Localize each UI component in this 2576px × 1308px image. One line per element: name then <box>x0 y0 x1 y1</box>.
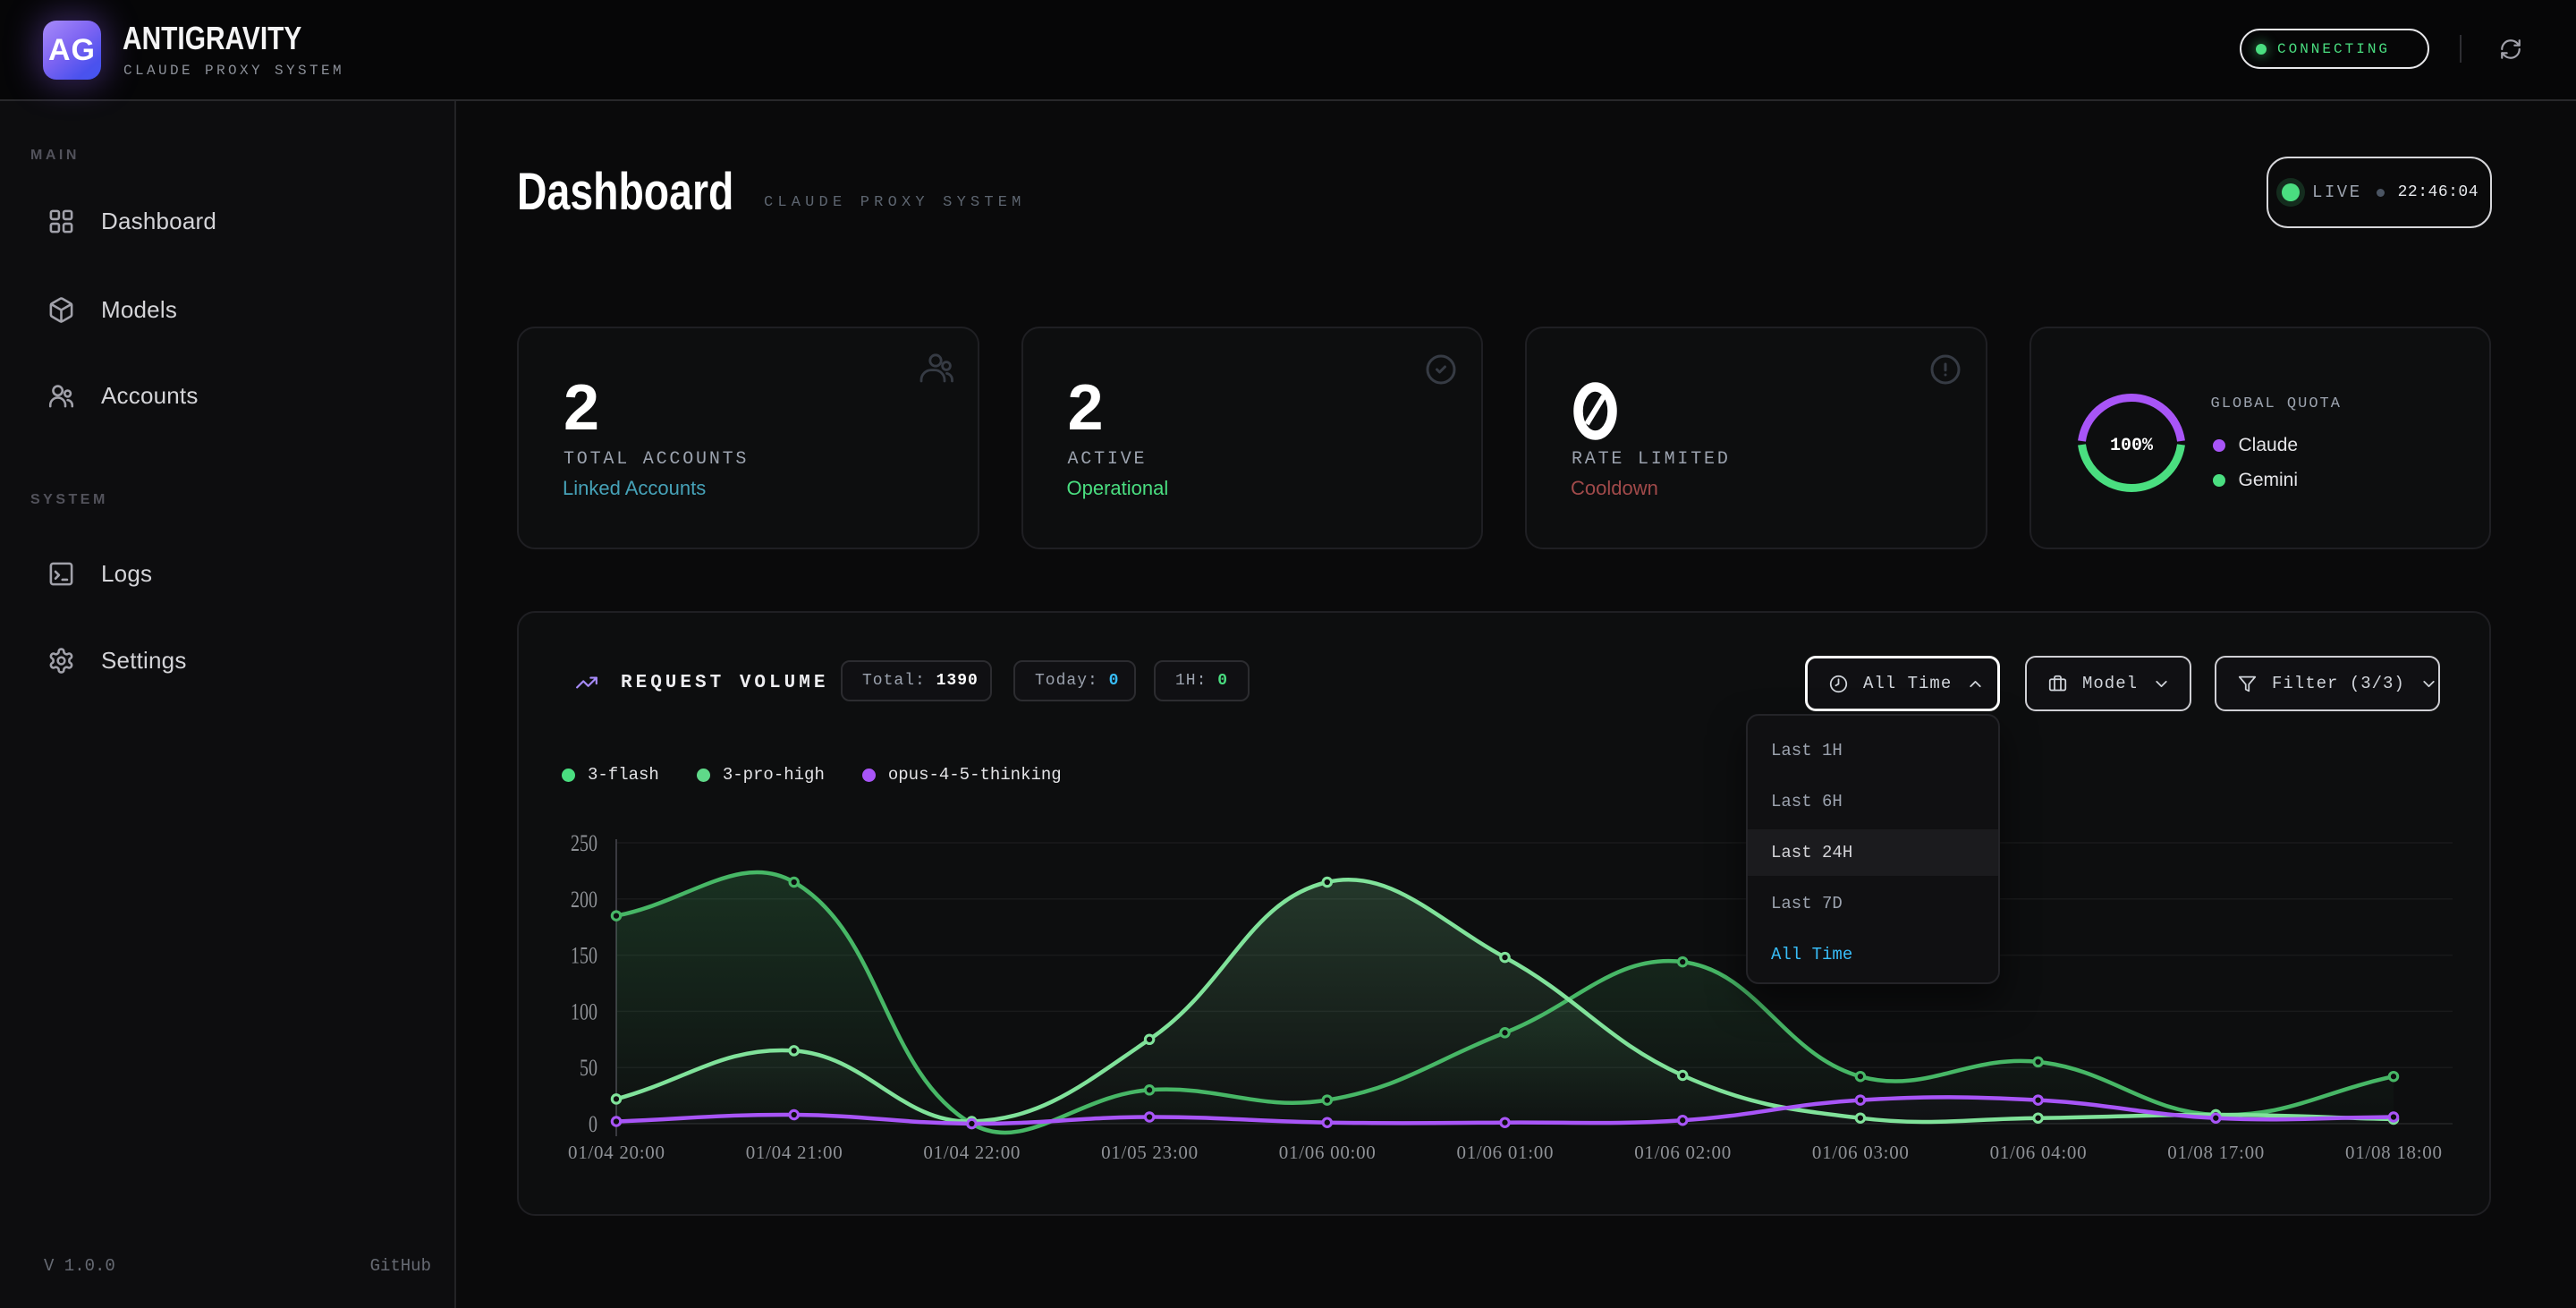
svg-text:01/06 04:00: 01/06 04:00 <box>1990 1142 2087 1163</box>
svg-text:50: 50 <box>580 1055 597 1081</box>
svg-text:150: 150 <box>571 943 597 969</box>
svg-text:200: 200 <box>571 887 597 913</box>
svg-text:01/04 20:00: 01/04 20:00 <box>568 1142 665 1163</box>
svg-text:0: 0 <box>589 1111 597 1137</box>
svg-text:01/06 03:00: 01/06 03:00 <box>1812 1142 1909 1163</box>
svg-text:01/08 18:00: 01/08 18:00 <box>2345 1142 2442 1163</box>
svg-text:100%: 100% <box>2109 436 2153 456</box>
svg-text:01/06 00:00: 01/06 00:00 <box>1279 1142 1376 1163</box>
svg-text:01/04 22:00: 01/04 22:00 <box>923 1142 1020 1163</box>
svg-text:100: 100 <box>571 998 597 1024</box>
svg-text:01/04 21:00: 01/04 21:00 <box>746 1142 843 1163</box>
svg-text:01/08 17:00: 01/08 17:00 <box>2167 1142 2264 1163</box>
svg-text:01/06 01:00: 01/06 01:00 <box>1457 1142 1554 1163</box>
svg-text:01/05 23:00: 01/05 23:00 <box>1101 1142 1198 1163</box>
svg-text:01/06 02:00: 01/06 02:00 <box>1634 1142 1731 1163</box>
svg-text:250: 250 <box>571 830 597 856</box>
